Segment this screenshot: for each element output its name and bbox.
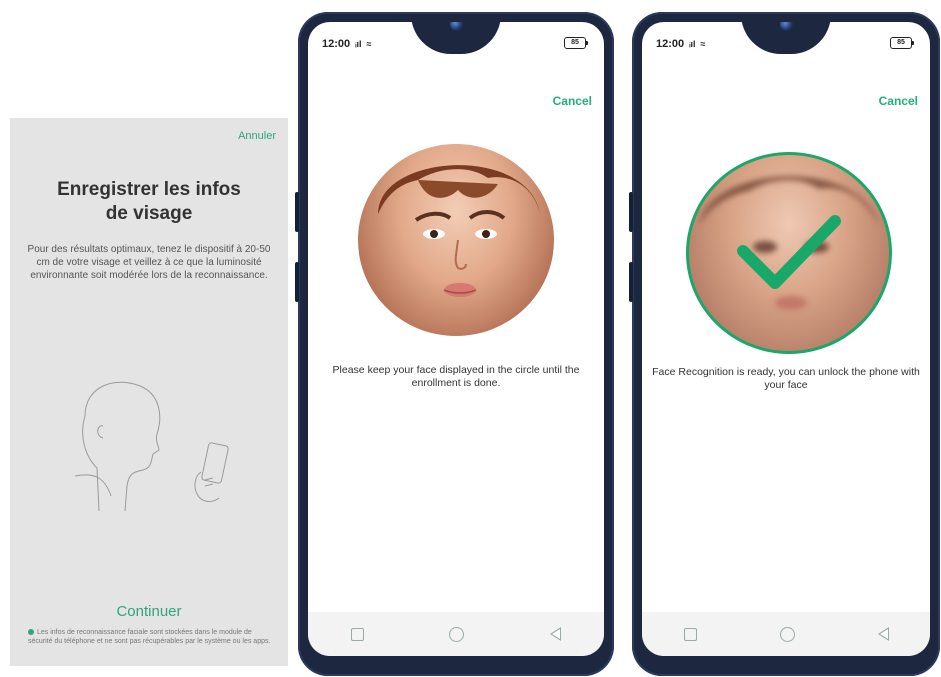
face-success-ring xyxy=(686,152,892,354)
notch xyxy=(411,22,501,54)
front-camera-icon xyxy=(450,22,463,31)
continue-button[interactable]: Continuer xyxy=(10,603,288,620)
power-button xyxy=(629,262,633,302)
clock: 12:00 xyxy=(656,38,685,50)
cancel-button[interactable]: Annuler xyxy=(238,130,276,142)
face-scan-illustration xyxy=(74,381,229,512)
status-bar: 12:00 ᵢıl ≈ xyxy=(322,38,372,50)
nav-home-icon[interactable] xyxy=(779,626,795,642)
notch xyxy=(741,22,831,54)
notice-text: Les infos de reconnaissance faciale sont… xyxy=(28,629,271,645)
shield-dot-icon xyxy=(28,629,34,636)
clock: 12:00 xyxy=(322,38,351,50)
battery-icon: 85 xyxy=(890,37,914,49)
signal-icon: ᵢıl xyxy=(355,39,362,49)
status-bar: 12:00 ᵢıl ≈ xyxy=(656,38,706,50)
nav-back-icon[interactable] xyxy=(877,627,889,641)
cancel-button[interactable]: Cancel xyxy=(879,94,918,108)
success-screen: 12:00 ᵢıl ≈ 85 Cancel Face Recognition i… xyxy=(642,22,930,656)
battery-icon: 85 xyxy=(564,37,588,49)
navigation-bar xyxy=(642,612,930,656)
success-message: Face Recognition is ready, you can unloc… xyxy=(652,366,920,391)
nav-recent-icon[interactable] xyxy=(683,627,697,641)
front-camera-icon xyxy=(780,22,793,31)
navigation-bar xyxy=(308,612,604,656)
description-text: Pour des résultats optimaux, tenez le di… xyxy=(27,244,271,281)
cancel-button[interactable]: Cancel xyxy=(553,94,592,108)
nav-back-icon[interactable] xyxy=(550,627,562,641)
checkmark-icon xyxy=(737,215,841,289)
power-button xyxy=(295,262,299,302)
phone-success: 12:00 ᵢıl ≈ 85 Cancel Face Recognition i… xyxy=(629,12,940,676)
nav-home-icon[interactable] xyxy=(449,626,465,642)
face-preview-circle xyxy=(358,144,554,336)
volume-button xyxy=(295,192,299,232)
face-image xyxy=(378,165,540,297)
nav-recent-icon[interactable] xyxy=(350,627,364,641)
signal-icon: ᵢıl xyxy=(689,39,696,49)
wifi-icon: ≈ xyxy=(700,39,706,49)
title-text: Enregistrer les infos de visage xyxy=(57,179,241,224)
volume-button xyxy=(629,192,633,232)
privacy-notice: Les infos de reconnaissance faciale sont… xyxy=(28,628,278,646)
face-enroll-intro-screen: Annuler Enregistrer les infos de visage … xyxy=(10,118,288,666)
wifi-icon: ≈ xyxy=(366,39,372,49)
phone-enrollment: 12:00 ᵢıl ≈ 85 Cancel Please keep your f… xyxy=(295,12,614,676)
enrollment-screen: 12:00 ᵢıl ≈ 85 Cancel Please keep your f… xyxy=(308,22,604,656)
enrollment-instruction: Please keep your face displayed in the c… xyxy=(332,364,580,389)
page-title: Enregistrer les infos de visage xyxy=(10,178,288,226)
